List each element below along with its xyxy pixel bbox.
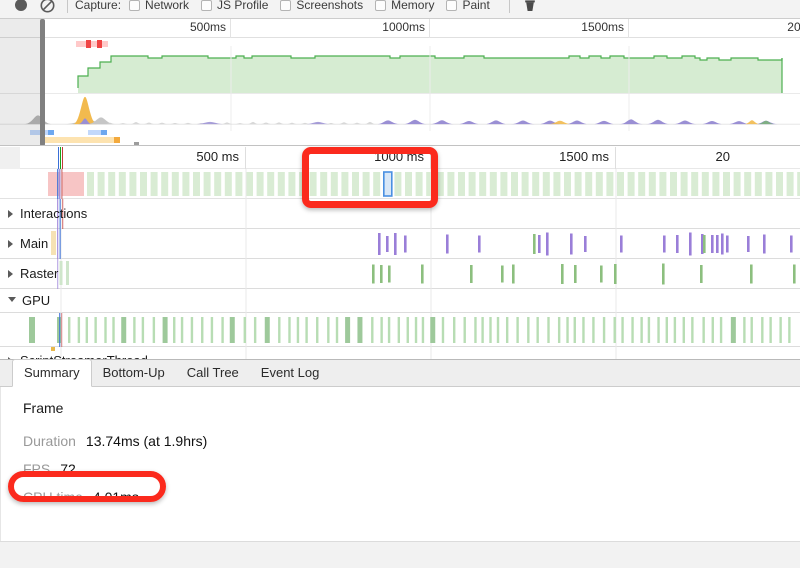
checkbox-box-icon[interactable] [129, 0, 141, 11]
checkbox-label: Screenshots [296, 0, 364, 12]
track-events-canvas[interactable] [0, 259, 800, 289]
drawer-footer [0, 541, 800, 568]
tab-summary[interactable]: Summary [12, 359, 92, 387]
overview-ruler-tick: 2000m [787, 20, 800, 34]
track-lane-gpu-events[interactable] [0, 313, 800, 347]
overview-network-strip [30, 130, 139, 145]
checkbox-label: Paint [462, 0, 490, 12]
track-events-canvas[interactable] [0, 229, 800, 259]
capture-label: Capture: [75, 0, 122, 12]
track-label: ScriptStreamerThread [20, 353, 148, 359]
triangle-right-icon[interactable] [8, 209, 13, 218]
track-events-canvas[interactable] [0, 289, 800, 313]
ruler-left-pad [0, 147, 20, 169]
track-row-interactions[interactable]: Interactions [0, 199, 800, 229]
track-row-main[interactable]: Main [0, 229, 800, 259]
timeline-marker-line [60, 147, 61, 169]
checkbox-memory[interactable]: Memory [375, 0, 434, 12]
checkbox-label: Network [145, 0, 190, 12]
track-events-canvas[interactable] [0, 199, 800, 229]
drawer-tabstrip[interactable]: Summary Bottom-Up Call Tree Event Log [0, 359, 800, 387]
summary-row-cpu-time: CPU time 4.01ms [23, 489, 800, 505]
summary-pane: Frame Duration 13.74ms (at 1.9hrs) FPS 7… [0, 387, 800, 542]
toolbar-divider [67, 0, 68, 13]
trash-icon[interactable] [517, 0, 543, 18]
tab-event-log[interactable]: Event Log [250, 360, 331, 386]
checkbox-paint[interactable]: Paint [446, 0, 490, 12]
track-label: Main [20, 236, 49, 251]
summary-title: Frame [23, 400, 64, 416]
checkbox-box-icon[interactable] [446, 0, 458, 11]
track-row-gpu[interactable]: GPU [0, 289, 800, 313]
devtools-performance-panel: Capture: Network JS Profile Screenshots … [0, 0, 800, 568]
track-header[interactable]: Main [0, 229, 48, 258]
timeline-ruler-tick: 1000 ms [246, 147, 431, 169]
tab-bottom-up[interactable]: Bottom-Up [92, 360, 176, 386]
timeline-ruler: 500 ms 1000 ms 1500 ms 20 [0, 147, 800, 169]
track-header[interactable]: GPU [0, 289, 50, 312]
summary-value: 4.01ms [92, 489, 139, 505]
toolbar-divider-2 [508, 0, 510, 13]
overview-ruler-tick: 1000ms [231, 19, 430, 38]
overview-ruler-tick: 500ms [32, 19, 231, 38]
checkbox-box-icon[interactable] [280, 0, 292, 11]
checkbox-screenshots[interactable]: Screenshots [280, 0, 363, 12]
track-label: Interactions [20, 206, 88, 221]
summary-key: CPU time [23, 489, 83, 505]
summary-value: 72 [60, 461, 76, 477]
summary-key: FPS [23, 461, 51, 477]
summary-key: Duration [23, 433, 76, 449]
track-row-raster[interactable]: Raster [0, 259, 800, 289]
details-drawer: Summary Bottom-Up Call Tree Event Log Fr… [0, 359, 800, 568]
summary-row-duration: Duration 13.74ms (at 1.9hrs) [23, 433, 800, 449]
summary-value: 13.74ms (at 1.9hrs) [85, 433, 208, 449]
summary-row-fps: FPS 72 [23, 461, 800, 477]
triangle-right-icon[interactable] [8, 269, 13, 278]
gpu-events-canvas[interactable] [0, 313, 800, 347]
timeline-tracks[interactable]: 500 ms 1000 ms 1500 ms 20 Interactions Main R… [0, 147, 800, 359]
frames-track[interactable] [0, 169, 800, 199]
frames-track-canvas[interactable] [0, 169, 800, 199]
overview-ruler-tick: 1500ms [430, 19, 629, 38]
checkbox-label: Memory [391, 0, 435, 12]
track-label: Raster [20, 266, 59, 281]
track-row-scriptstreamerthread[interactable]: ScriptStreamerThread [0, 347, 800, 359]
overview-ruler: 500ms1000ms1500ms 2000m [0, 19, 800, 38]
checkbox-js-profile[interactable]: JS Profile [201, 0, 268, 12]
overview-selection-handle-left[interactable] [40, 19, 45, 145]
track-header[interactable]: Interactions [0, 199, 87, 228]
checkbox-label: JS Profile [217, 0, 269, 12]
timeline-ruler-tick: 1500 ms [431, 147, 616, 169]
checkbox-box-icon[interactable] [201, 0, 213, 11]
checkbox-box-icon[interactable] [375, 0, 387, 11]
timeline-marker-line [58, 147, 59, 169]
checkbox-network[interactable]: Network [129, 0, 189, 12]
track-header[interactable]: Raster [0, 259, 58, 288]
triangle-right-icon[interactable] [8, 356, 13, 359]
timeline-ruler-tick: 20 [715, 149, 730, 164]
performance-toolbar: Capture: Network JS Profile Screenshots … [0, 0, 800, 19]
timeline-overview[interactable]: 500ms1000ms1500ms 2000m [0, 19, 800, 146]
timeline-ruler-tick: 500 ms [61, 147, 246, 169]
timeline-marker-line [62, 147, 63, 169]
overview-cpu-graph [0, 93, 800, 131]
track-label: GPU [22, 293, 51, 308]
triangle-right-icon[interactable] [8, 239, 13, 248]
record-circle-icon[interactable] [8, 0, 34, 18]
tab-call-tree[interactable]: Call Tree [176, 360, 250, 386]
no-entry-clear-icon[interactable] [34, 0, 60, 18]
overview-fps-graph [77, 46, 783, 93]
triangle-down-icon[interactable] [8, 297, 16, 306]
track-header[interactable]: ScriptStreamerThread [0, 347, 148, 359]
